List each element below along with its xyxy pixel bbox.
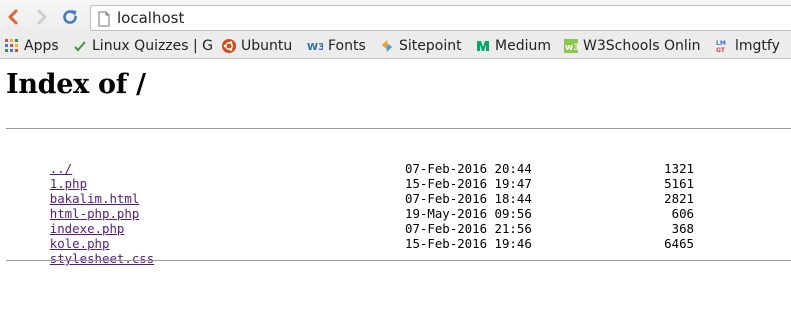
file-size: 606 (671, 206, 694, 221)
bookmark-label: Sitepoint (399, 38, 462, 54)
svg-text:LM: LM (716, 40, 726, 47)
bookmark-label: Apps (24, 38, 59, 54)
bookmark-medium[interactable]: Medium (476, 37, 551, 55)
w3schools-icon: w3 (564, 39, 580, 53)
file-date: 19-May-2016 09:56 (405, 206, 532, 221)
back-button[interactable] (3, 7, 23, 27)
bookmark-linux-quizzes[interactable]: Linux Quizzes | G (73, 37, 213, 55)
file-size: 2821 (664, 191, 694, 206)
file-row: stylesheet.css 15-Feb-2016 19:46 6465 (5, 236, 791, 266)
url-text: localhost (117, 9, 185, 27)
file-row: html-php.php 07-Feb-2016 18:44 2821 (5, 191, 791, 221)
forward-arrow-icon (37, 9, 47, 25)
bookmark-label: Fonts (328, 38, 366, 54)
file-row: indexe.php 19-May-2016 09:56 606 (5, 206, 791, 236)
file-size: 5161 (664, 176, 694, 191)
bookmarks-bar: Apps Linux Quizzes | G Ubuntu W3 Fonts S… (0, 34, 791, 59)
parent-directory-row: ../ (5, 146, 791, 176)
bottom-divider (6, 260, 791, 261)
bookmark-label: Ubuntu (241, 38, 293, 54)
ubuntu-icon (222, 39, 236, 53)
svg-text:GT: GT (716, 47, 726, 53)
apps-grid-icon (5, 39, 19, 53)
file-date: 07-Feb-2016 20:44 (405, 161, 532, 176)
file-row: kole.php 07-Feb-2016 21:56 368 (5, 221, 791, 251)
file-size: 6465 (664, 236, 694, 251)
medium-icon (476, 39, 490, 53)
address-bar[interactable]: localhost (90, 5, 791, 31)
file-date: 15-Feb-2016 19:46 (405, 236, 532, 251)
bookmark-label: Medium (495, 38, 551, 54)
bookmark-label: lmgtfy (735, 38, 780, 54)
bookmark-apps[interactable]: Apps (5, 37, 59, 55)
reload-icon (63, 10, 77, 24)
bookmark-ubuntu[interactable]: Ubuntu (222, 37, 292, 55)
checkmark-icon (73, 39, 87, 53)
forward-button[interactable] (32, 7, 52, 27)
lmgtfy-icon: LM GT (716, 39, 730, 54)
file-size: 1321 (664, 161, 694, 176)
bookmark-label: Linux Quizzes | G (92, 38, 214, 54)
file-row: 1.php 07-Feb-2016 20:44 1321 (5, 161, 791, 191)
file-date: 15-Feb-2016 19:47 (405, 176, 532, 191)
back-arrow-icon (8, 9, 18, 25)
sitepoint-icon (380, 39, 394, 53)
file-listing: ../ 1.php 07-Feb-2016 20:44 1321 bakalim… (5, 146, 791, 266)
page-icon (98, 11, 110, 27)
bookmark-label: W3Schools Onlin (583, 38, 701, 54)
file-date: 07-Feb-2016 18:44 (405, 191, 532, 206)
file-size: 368 (671, 221, 694, 236)
page-content: Index of / ../ 1.php 07-Feb-2016 20:44 1… (0, 59, 791, 266)
top-divider (6, 128, 791, 129)
file-row: bakalim.html 15-Feb-2016 19:47 5161 (5, 176, 791, 206)
w3-icon: W3 (307, 39, 325, 53)
bookmark-fonts[interactable]: W3 Fonts (307, 37, 366, 55)
bookmark-sitepoint[interactable]: Sitepoint (380, 37, 462, 55)
bookmark-lmgtfy[interactable]: LM GT lmgtfy (716, 37, 780, 55)
page-title: Index of / (6, 69, 146, 100)
bookmark-w3schools[interactable]: w3 W3Schools Onlin (564, 37, 701, 55)
file-date: 07-Feb-2016 21:56 (405, 221, 532, 236)
reload-button[interactable] (60, 7, 80, 27)
svg-text:w3: w3 (565, 43, 578, 53)
browser-toolbar: localhost (0, 0, 791, 34)
svg-text:W3: W3 (307, 42, 323, 53)
